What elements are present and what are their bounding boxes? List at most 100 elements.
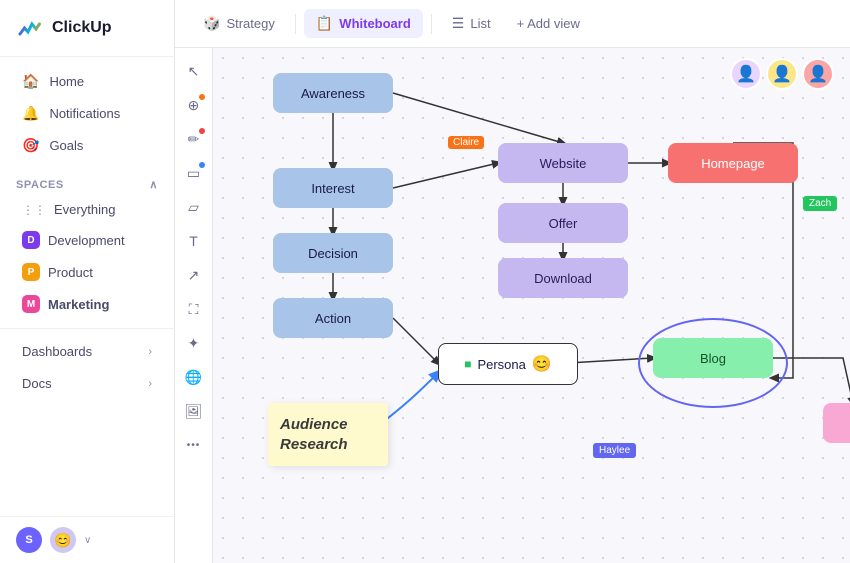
rectangle-tool[interactable]: ▭ [179,158,209,188]
sidebar-item-development-label: Development [48,233,125,248]
sidebar-item-product-label: Product [48,265,93,280]
sticky-tool[interactable]: ▱ [179,192,209,222]
tab-whiteboard[interactable]: 📋 Whiteboard [304,9,423,38]
product-badge: P [22,263,40,281]
offer-node[interactable]: Offer [498,203,628,243]
avatar-3[interactable]: 👤 [802,58,834,90]
homepage-node[interactable]: Homepage [668,143,798,183]
pencil-tool[interactable]: ✏ [179,124,209,154]
whiteboard-icon: 📋 [316,15,333,32]
development-badge: D [22,231,40,249]
haylee-label: Haylee [599,445,630,456]
sticky-note-audience-research[interactable]: Audience Research [268,403,388,466]
pencil-icon: ✏ [188,131,200,148]
sidebar-item-goals[interactable]: 🎯 Goals [6,130,168,161]
tab-divider-2 [431,14,432,34]
logo[interactable]: ClickUp [0,0,174,57]
user-chevron-icon: ∨ [84,535,91,546]
download-node[interactable]: Download [498,258,628,298]
avatar-cluster: 👤 👤 👤 [730,58,834,90]
main-content: 🎲 Strategy 📋 Whiteboard ☰ List + Add vie… [175,0,850,563]
list-icon: ☰ [452,15,465,32]
sidebar-item-notifications[interactable]: 🔔 Notifications [6,98,168,129]
spaces-chevron[interactable]: ∧ [149,178,158,191]
sidebar-item-home-label: Home [49,74,84,89]
shape-add-tool[interactable]: ⊕ [179,90,209,120]
cursor-icon: ↖ [188,63,200,80]
decision-node[interactable]: Decision [273,233,393,273]
docs-chevron-icon: › [148,378,152,390]
action-label: Action [315,311,351,326]
download-label: Download [534,271,592,286]
avatar-1[interactable]: 👤 [730,58,762,90]
tab-list[interactable]: ☰ List [440,9,503,38]
website-label: Website [540,156,587,171]
tab-divider [295,14,296,34]
homepage-label: Homepage [701,156,765,171]
zach-label: Zach [809,198,831,209]
arrow-tool[interactable]: ↗ [179,260,209,290]
persona-label: Persona [477,357,525,372]
sidebar-item-development[interactable]: D Development [6,225,168,255]
avatar-2[interactable]: 👤 [766,58,798,90]
text-tool[interactable]: T [179,226,209,256]
everything-icon: ⋮⋮ [22,203,46,217]
interest-label: Interest [311,181,354,196]
sidebar-item-home[interactable]: 🏠 Home [6,66,168,97]
docs-label: Docs [22,376,52,391]
clickup-logo-icon [16,14,44,42]
interest-node[interactable]: Interest [273,168,393,208]
sidebar-item-product[interactable]: P Product [6,257,168,287]
sticky-icon: ▱ [188,199,199,216]
user-photo: 😊 [50,527,76,553]
sidebar-item-marketing[interactable]: M Marketing [6,289,168,319]
whiteboard-canvas[interactable]: Awareness Interest Decision Action Websi… [213,48,850,563]
sparkle-icon: ✦ [188,335,200,352]
sidebar-user-area[interactable]: S 😊 ∨ [0,516,174,563]
globe-icon: 🌐 [185,369,202,386]
shape-add-dot [199,94,205,100]
tab-strategy[interactable]: 🎲 Strategy [191,9,287,38]
dashboards-label: Dashboards [22,344,92,359]
sparkle-tool[interactable]: ✦ [179,328,209,358]
cursor-zach: Zach [803,196,837,211]
toolbar: ↖ ⊕ ✏ ▭ ▱ T ↗ ⛶ [175,48,213,563]
image-tool[interactable]: 🖼 [179,396,209,426]
tab-whiteboard-label: Whiteboard [339,16,411,31]
awareness-node[interactable]: Awareness [273,73,393,113]
blog-node[interactable]: Blog [653,338,773,378]
logo-text: ClickUp [52,19,112,37]
shape-add-icon: ⊕ [188,97,200,114]
cursor-tool[interactable]: ↖ [179,56,209,86]
sidebar-item-marketing-label: Marketing [48,297,109,312]
website-node[interactable]: Website [498,143,628,183]
header: 🎲 Strategy 📋 Whiteboard ☰ List + Add vie… [175,0,850,48]
cursor-haylee: Haylee [593,443,636,458]
tab-strategy-label: Strategy [226,16,274,31]
claire-label: Claire [453,137,479,148]
sidebar-item-everything[interactable]: ⋮⋮ Everything [6,196,168,223]
persona-face-icon: 😊 [532,354,552,374]
strategy-icon: 🎲 [203,15,220,32]
blog-label: Blog [700,351,726,366]
sidebar-item-docs[interactable]: Docs › [6,368,168,399]
spaces-label: Spaces [16,179,64,191]
action-node[interactable]: Action [273,298,393,338]
bell-icon: 🔔 [22,105,39,122]
add-view-button[interactable]: + Add view [507,11,590,36]
sidebar-item-notifications-label: Notifications [49,106,120,121]
more-tool[interactable]: ••• [179,430,209,460]
sidebar-item-dashboards[interactable]: Dashboards › [6,336,168,367]
goals-icon: 🎯 [22,137,39,154]
sidebar-item-everything-label: Everything [54,202,115,217]
connection-tool[interactable]: ⛶ [179,294,209,324]
dashboards-chevron-icon: › [148,346,152,358]
persona-node[interactable]: ■ Persona 😊 [438,343,578,385]
marketing-badge: M [22,295,40,313]
globe-tool[interactable]: 🌐 [179,362,209,392]
home-icon: 🏠 [22,73,39,90]
sidebar-nav: 🏠 Home 🔔 Notifications 🎯 Goals [0,57,174,170]
rectangle-dot [199,162,205,168]
release-node[interactable]: Release [823,403,850,443]
pencil-dot [199,128,205,134]
